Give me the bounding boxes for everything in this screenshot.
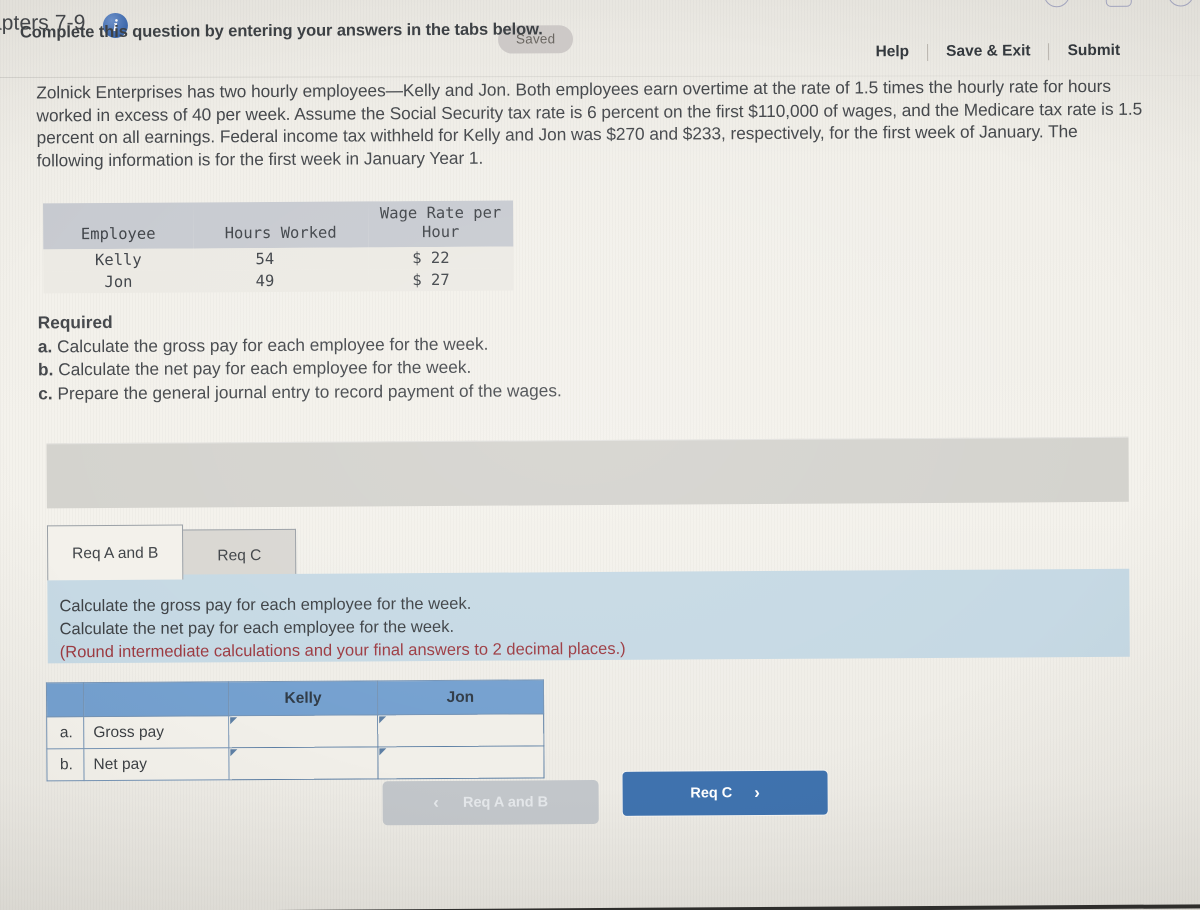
table-header-row: Employee Hours Worked Wage Rate per Hour bbox=[43, 200, 514, 250]
table-row: Kelly 54 $ 22 bbox=[43, 246, 514, 272]
prev-req-a-and-b-button[interactable]: ‹ Req A and B bbox=[382, 780, 599, 826]
question-panel-text: Calculate the gross pay for each employe… bbox=[59, 592, 625, 664]
row-index-a: a. bbox=[46, 716, 84, 749]
input-gross-pay-kelly[interactable] bbox=[228, 714, 378, 748]
required-item-c: c. Prepare the general journal entry to … bbox=[38, 378, 758, 406]
refresh-icon[interactable] bbox=[1043, 0, 1070, 8]
question-rounding-note: (Round intermediate calculations and you… bbox=[59, 639, 626, 662]
table-row: b. Net pay bbox=[46, 745, 545, 781]
col-hours-worked: Hours Worked bbox=[193, 201, 369, 249]
save-and-exit-button[interactable]: Save & Exit bbox=[928, 42, 1049, 61]
chevron-right-icon: › bbox=[754, 783, 760, 803]
question-line-2: Calculate the net pay for each employee … bbox=[59, 617, 455, 639]
cell-employee: Jon bbox=[43, 270, 194, 294]
help-button[interactable]: Help bbox=[857, 43, 927, 61]
input-net-pay-kelly[interactable] bbox=[229, 746, 378, 780]
row-index-b: b. bbox=[46, 748, 85, 781]
input-gross-pay-jon[interactable] bbox=[377, 713, 544, 747]
next-button-label: Req C bbox=[690, 785, 733, 802]
profile-icon[interactable] bbox=[1167, 0, 1194, 7]
required-item-b-text: Calculate the net pay for each employee … bbox=[58, 356, 472, 380]
download-icon[interactable] bbox=[1105, 0, 1132, 7]
chevron-left-icon: ‹ bbox=[433, 792, 439, 813]
table-row: a. Gross pay bbox=[46, 713, 544, 749]
app-window: apters 7-9 i Saved Help Save & Exit Subm… bbox=[0, 0, 1200, 910]
required-section: Required a. Calculate the gross pay for … bbox=[38, 307, 759, 405]
screen-bottom-edge bbox=[0, 904, 1200, 910]
input-net-pay-jon[interactable] bbox=[377, 745, 545, 779]
required-item-b-label: b. bbox=[37, 359, 54, 380]
col-jon: Jon bbox=[377, 679, 544, 715]
tab-req-a-and-b[interactable]: Req A and B bbox=[46, 524, 184, 581]
cell-hours: 54 bbox=[193, 247, 369, 271]
col-index bbox=[46, 682, 84, 717]
answer-table: Kelly Jon a. Gross pay b. Net pay bbox=[46, 679, 545, 781]
cell-hours: 49 bbox=[193, 269, 369, 293]
cell-employee: Kelly bbox=[43, 248, 194, 272]
prev-button-label: Req A and B bbox=[462, 794, 549, 811]
tab-req-a-and-b-label: Req A and B bbox=[72, 544, 159, 563]
col-kelly: Kelly bbox=[228, 680, 378, 716]
tab-req-c[interactable]: Req C bbox=[182, 528, 297, 580]
question-line-1: Calculate the gross pay for each employe… bbox=[59, 594, 472, 616]
tab-req-c-label: Req C bbox=[217, 547, 262, 565]
employee-data-table: Employee Hours Worked Wage Rate per Hour… bbox=[43, 200, 514, 294]
next-req-c-button[interactable]: Req C › bbox=[622, 770, 828, 816]
col-wage-rate: Wage Rate per Hour bbox=[368, 200, 514, 248]
tab-bar: Req A and B Req C bbox=[46, 524, 297, 581]
cell-rate: $ 27 bbox=[368, 268, 514, 292]
row-label-net-pay: Net pay bbox=[83, 747, 230, 781]
submit-button[interactable]: Submit bbox=[1050, 42, 1139, 61]
col-item bbox=[83, 681, 229, 717]
col-employee: Employee bbox=[43, 202, 194, 250]
required-item-a-label: a. bbox=[37, 335, 53, 356]
required-item-c-text: Prepare the general journal entry to rec… bbox=[57, 379, 562, 403]
required-item-a-text: Calculate the gross pay for each employe… bbox=[57, 333, 489, 356]
table-row: Jon 49 $ 27 bbox=[43, 268, 514, 294]
instruction-banner-text: Complete this question by entering your … bbox=[19, 20, 543, 42]
row-label-gross-pay: Gross pay bbox=[83, 715, 230, 749]
required-item-c-label: c. bbox=[38, 382, 53, 403]
cell-rate: $ 22 bbox=[368, 246, 514, 270]
browser-toolbar-icons bbox=[1043, 0, 1194, 8]
problem-statement: Zolnick Enterprises has two hourly emplo… bbox=[36, 75, 1143, 170]
answer-table-header-row: Kelly Jon bbox=[46, 679, 544, 717]
top-action-bar: Help Save & Exit Submit bbox=[857, 42, 1138, 62]
instruction-banner bbox=[46, 436, 1129, 509]
